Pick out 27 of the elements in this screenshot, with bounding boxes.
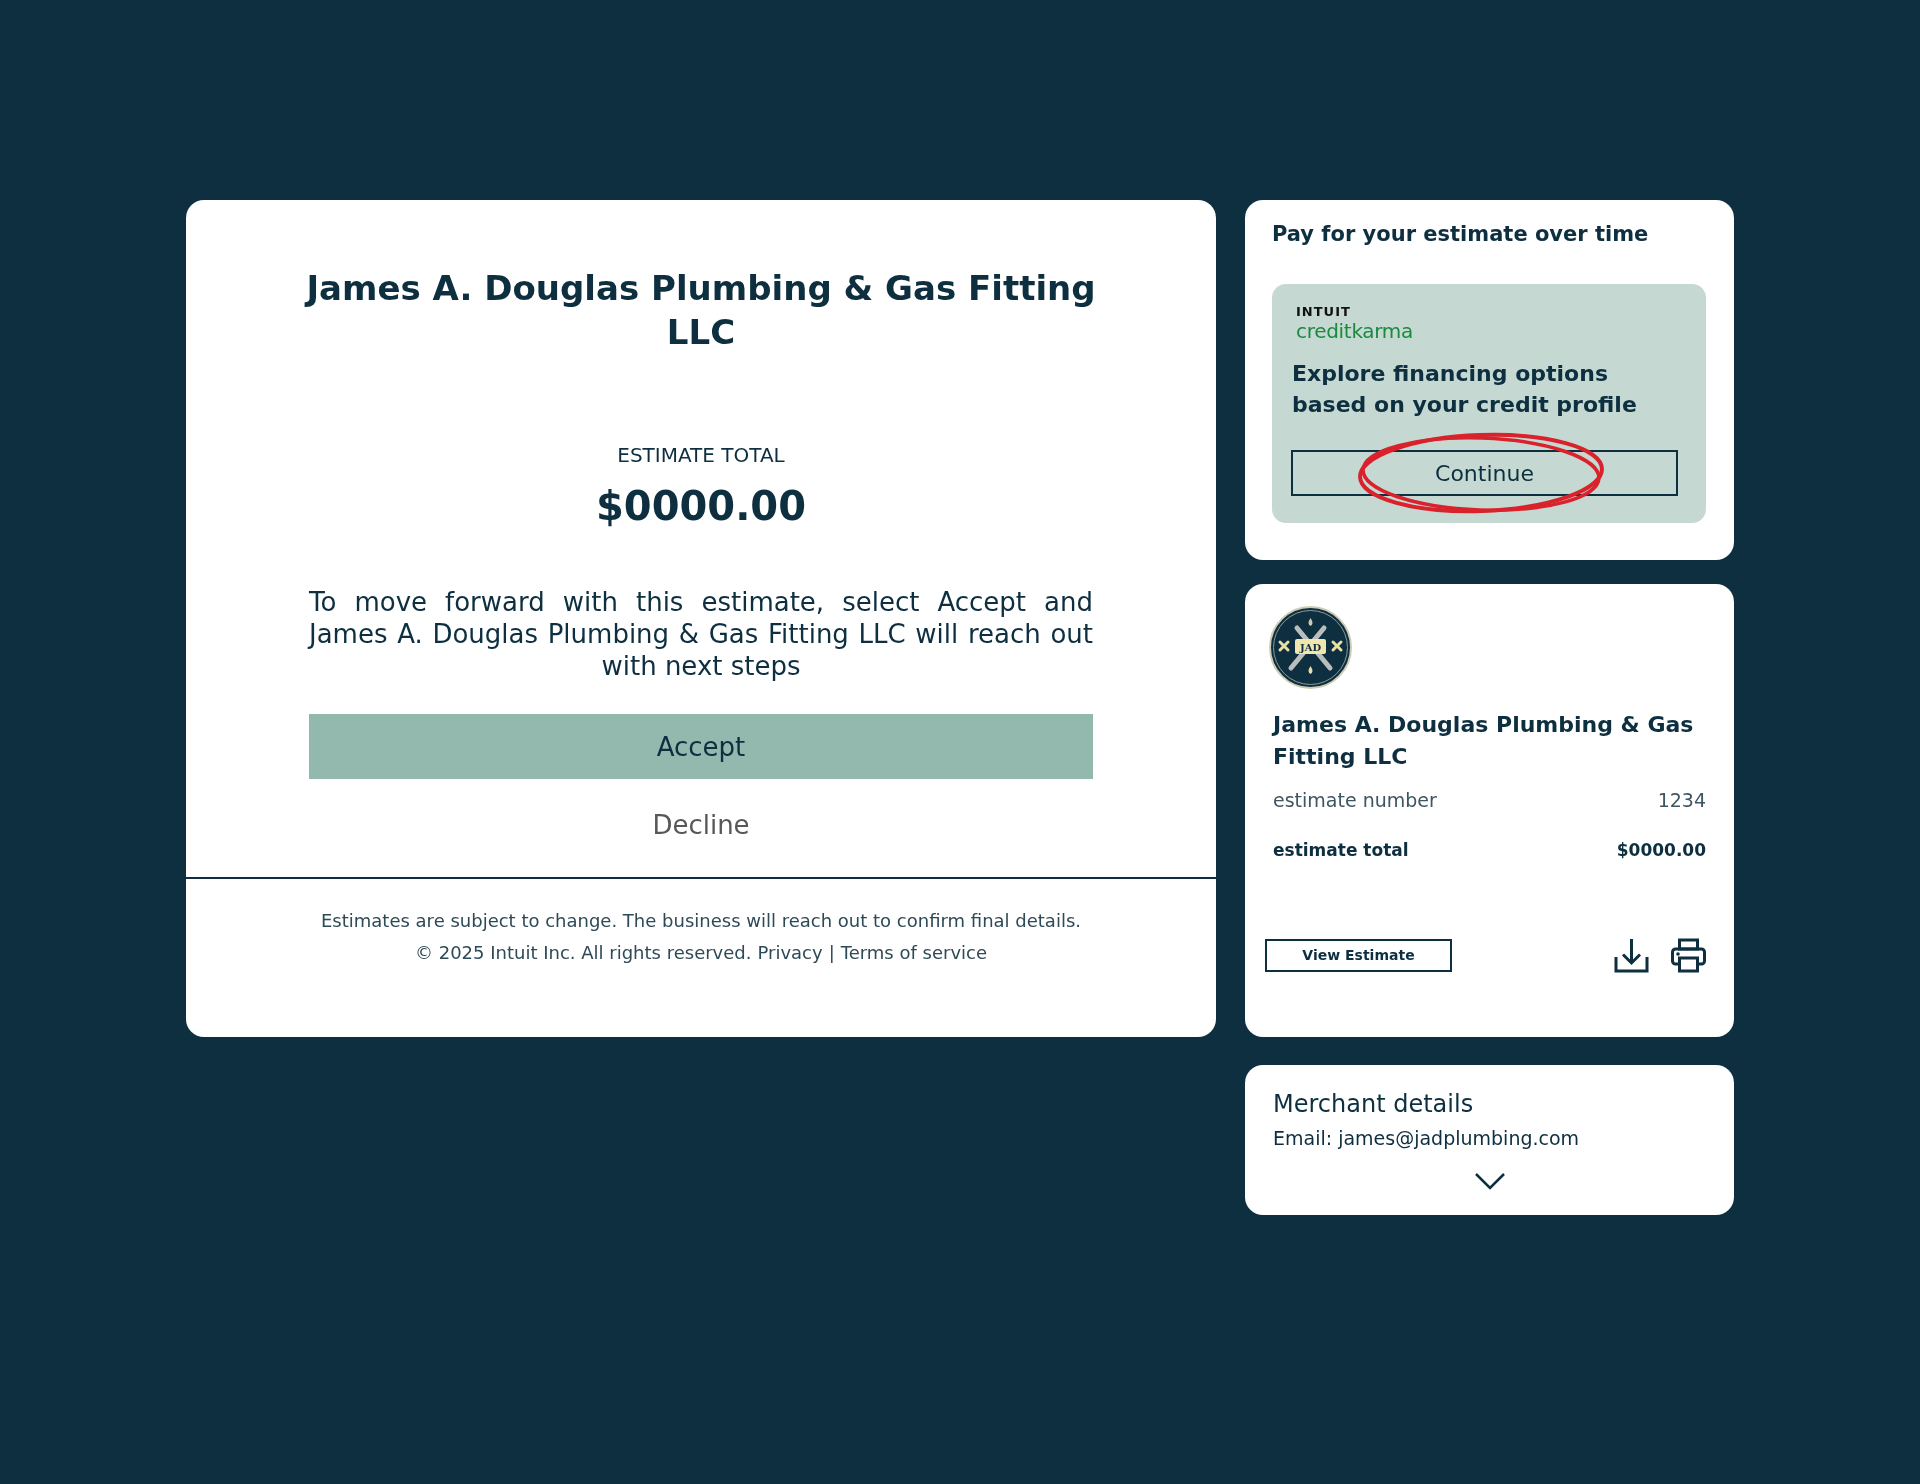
row-value: $0000.00 bbox=[1616, 839, 1706, 862]
link-separator: | bbox=[828, 941, 835, 965]
total-amount: $0000.00 bbox=[596, 482, 806, 531]
footer-link[interactable]: Terms of service bbox=[840, 937, 987, 969]
footer-link[interactable]: Privacy bbox=[757, 937, 823, 969]
company-logo: JAD bbox=[1269, 606, 1352, 689]
print-icon[interactable] bbox=[1671, 937, 1706, 973]
row-value: 1234 bbox=[1657, 788, 1706, 812]
instructions-text: To move forward with this estimate, select Accept and James A. Douglas Plumbing & Gas Fitting LLC will reach out with next steps bbox=[309, 586, 1093, 682]
download-icon[interactable] bbox=[1614, 937, 1649, 973]
offer-headline: Explore financing options based on your credit profile bbox=[1292, 360, 1638, 419]
business-title: James A. Douglas Plumbing & Gas Fitting LLC bbox=[303, 267, 1097, 354]
continue-button[interactable]: Continue bbox=[1291, 450, 1678, 496]
disclaimer-text: Estimates are subject to change. The business will reach out to confirm final details. bbox=[321, 909, 1081, 933]
copyright-text: © 2025 Intuit Inc. All rights reserved. bbox=[414, 941, 752, 965]
row-label: estimate number bbox=[1273, 788, 1437, 812]
view-estimate-button[interactable]: View Estimate bbox=[1265, 938, 1452, 972]
row-label: estimate total bbox=[1273, 839, 1409, 862]
accept-button[interactable]: Accept bbox=[309, 714, 1093, 779]
business-name: James A. Douglas Plumbing & Gas Fitting LLC bbox=[1273, 711, 1695, 771]
financing-title: Pay for your estimate over time bbox=[1272, 221, 1650, 248]
total-label: ESTIMATE TOTAL bbox=[617, 442, 785, 469]
chevron-down-icon[interactable] bbox=[1473, 1172, 1506, 1190]
decline-button[interactable]: Decline bbox=[652, 810, 750, 840]
partner-logo: INTUIT creditkarma bbox=[1296, 305, 1413, 343]
merchant-email: Email: james@jadplumbing.com bbox=[1273, 1126, 1581, 1150]
merchant-title: Merchant details bbox=[1273, 1089, 1475, 1119]
